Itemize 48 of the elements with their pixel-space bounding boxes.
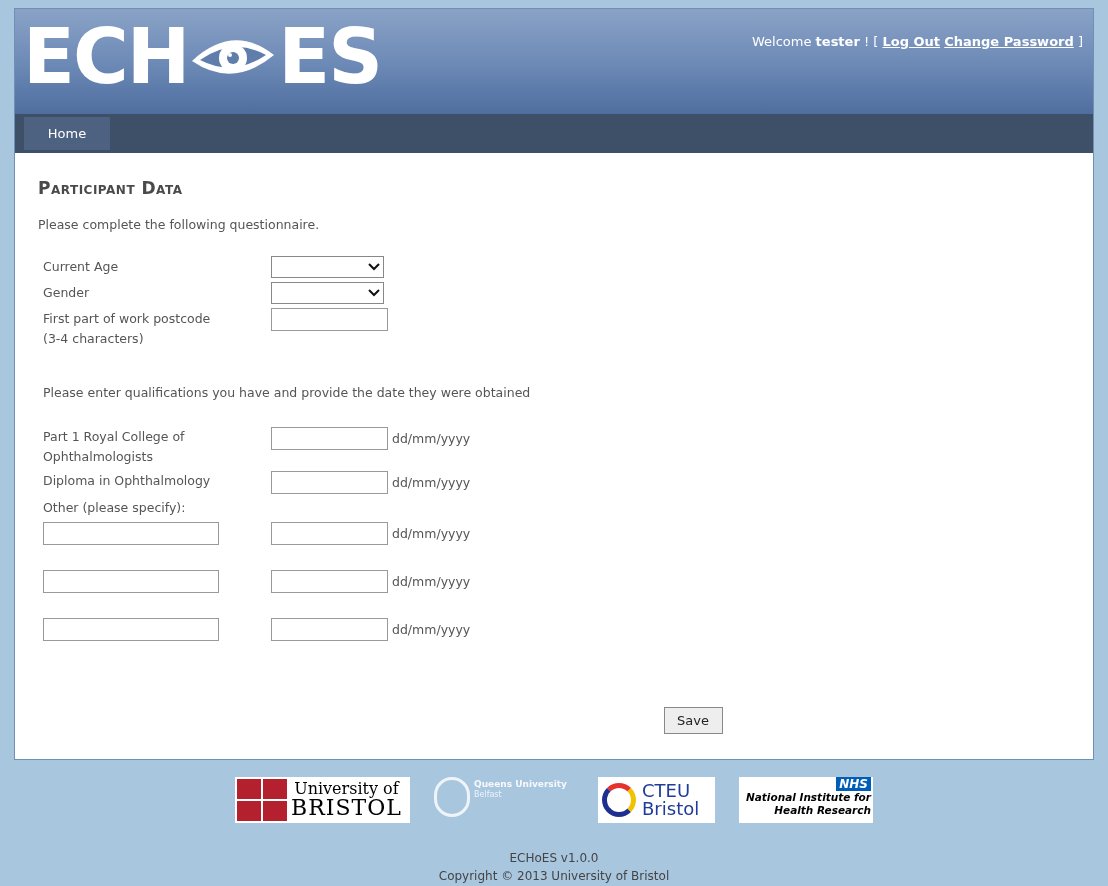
intro-text: Please complete the following questionnaire. xyxy=(38,219,321,232)
logo-text: CTEU xyxy=(642,782,692,800)
date-format-hint: dd/mm/yyyy xyxy=(392,573,471,591)
chevron-down-icon xyxy=(368,288,380,297)
text-input[interactable] xyxy=(271,522,388,545)
field-label: Part 1 Royal College of Ophthalmologists xyxy=(43,428,186,466)
date-format-hint: dd/mm/yyyy xyxy=(392,474,471,492)
logo-text: ECH xyxy=(23,19,189,95)
field-label: Other (please specify): xyxy=(43,499,187,517)
text-input[interactable] xyxy=(43,570,219,593)
text-input[interactable] xyxy=(43,522,219,545)
date-format-hint: dd/mm/yyyy xyxy=(392,430,471,448)
field-label: Gender xyxy=(43,283,91,302)
version-text: ECHoES v1.0.0 xyxy=(509,850,599,867)
text-input[interactable] xyxy=(271,570,388,593)
nhs-badge: NHS xyxy=(836,777,871,791)
page-title: Participant Data xyxy=(38,180,184,197)
logo-text: Health Research xyxy=(774,804,871,818)
select-field[interactable] xyxy=(271,281,384,304)
date-format-hint: dd/mm/yyyy xyxy=(392,621,471,639)
save-button[interactable]: Save xyxy=(663,707,723,734)
nav-tab[interactable]: Home xyxy=(24,117,110,150)
crest-icon xyxy=(434,777,470,817)
logo-text: National Institute for xyxy=(745,791,871,805)
header-link[interactable]: Log Out xyxy=(882,34,941,49)
chevron-down-icon xyxy=(368,262,380,271)
field-label: Diploma in Ophthalmology xyxy=(43,472,212,490)
logo-text: Bristol xyxy=(642,800,700,818)
date-format-hint: dd/mm/yyyy xyxy=(392,525,471,543)
logo-text: Belfast xyxy=(474,790,503,801)
logo-text: ES xyxy=(278,19,381,95)
select-field[interactable] xyxy=(271,255,384,278)
welcome-message: Welcome tester ! [ Log Out Change Password ] xyxy=(752,34,1083,49)
text-input[interactable] xyxy=(43,618,219,641)
copyright-text: Copyright © 2013 University of Bristol xyxy=(438,868,670,885)
text-input[interactable] xyxy=(271,471,388,494)
instruction-text: Please enter qualifications you have and provide the date they were obtained xyxy=(43,386,532,399)
logo-text: Queens University xyxy=(474,779,567,790)
text-input[interactable] xyxy=(271,307,388,331)
logo-text: University of xyxy=(294,781,399,797)
text-input[interactable] xyxy=(271,618,388,641)
logo-text: BRISTOL xyxy=(291,797,402,819)
ring-icon xyxy=(602,783,636,817)
field-label: Current Age xyxy=(43,257,120,276)
field-label: First part of work postcode (3-4 characters) xyxy=(43,309,212,348)
crest-icon xyxy=(237,779,287,821)
text-input[interactable] xyxy=(271,427,388,450)
header-link[interactable]: Change Password xyxy=(944,34,1074,49)
